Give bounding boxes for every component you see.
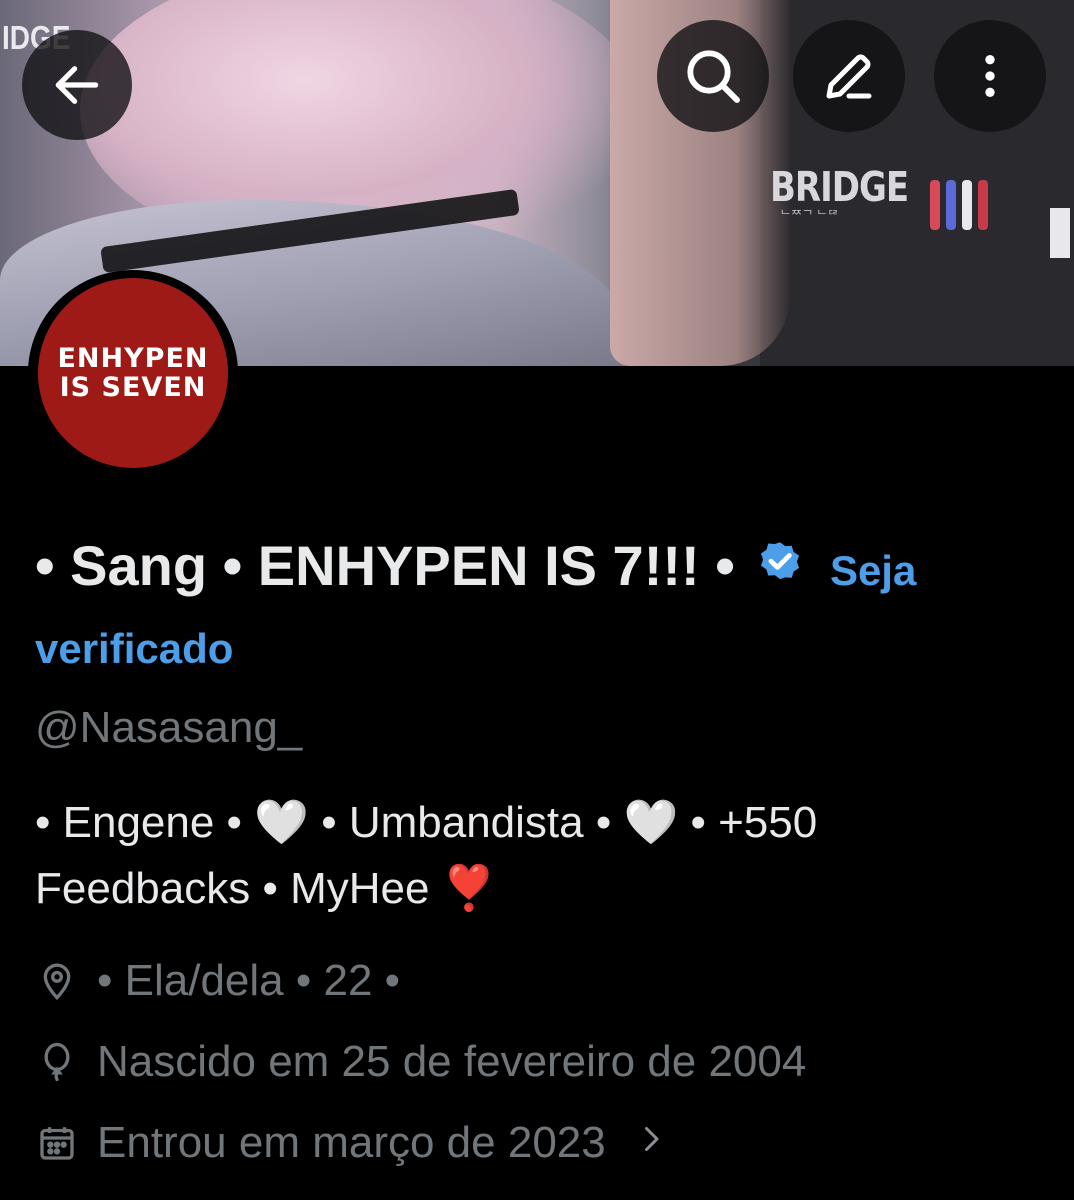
joined-row[interactable]: Entrou em março de 2023 xyxy=(35,1118,666,1168)
edit-button[interactable] xyxy=(793,20,905,132)
avatar-image: ENHYPEN IS SEVEN xyxy=(38,278,228,468)
more-button[interactable] xyxy=(934,20,1046,132)
back-button[interactable] xyxy=(22,30,132,140)
user-handle: @Nasasang_ xyxy=(35,703,303,752)
search-icon xyxy=(687,50,740,103)
pencil-icon xyxy=(826,54,872,99)
birth-text: Nascido em 25 de fevereiro de 2004 xyxy=(97,1037,807,1086)
birth-row: Nascido em 25 de fevereiro de 2004 xyxy=(35,1037,806,1087)
banner-edge-block xyxy=(1050,208,1070,258)
more-vertical-icon xyxy=(985,55,995,97)
banner-logo-mark xyxy=(930,180,1010,250)
search-button[interactable] xyxy=(657,20,769,132)
verified-badge-icon[interactable] xyxy=(754,536,806,608)
calendar-icon xyxy=(35,1121,79,1165)
profile-name-block: • Sang • ENHYPEN IS 7!!! • Seja verifica… xyxy=(35,530,1035,685)
display-name: • Sang • ENHYPEN IS 7!!! • xyxy=(35,534,735,597)
location-row: • Ela/dela • 22 • xyxy=(35,956,400,1006)
location-text: • Ela/dela • 22 • xyxy=(97,956,401,1005)
avatar-text-line2: IS SEVEN xyxy=(59,372,207,403)
location-pin-icon xyxy=(35,959,79,1003)
banner-bridge-subtext: ᄂᄍᄀ ᄂᄃᄅ xyxy=(780,208,839,222)
banner-bridge-text: BRIDGE xyxy=(770,164,909,212)
joined-text: Entrou em março de 2023 xyxy=(97,1118,606,1167)
profile-bio: • Engene • 🤍 • Umbandista • 🤍 • +550 Fee… xyxy=(35,798,818,913)
chevron-right-icon xyxy=(636,1118,666,1168)
balloon-icon xyxy=(35,1040,79,1084)
avatar-text-line1: ENHYPEN xyxy=(57,343,209,374)
arrow-left-icon xyxy=(55,66,99,104)
avatar[interactable]: ENHYPEN IS SEVEN xyxy=(28,270,238,476)
